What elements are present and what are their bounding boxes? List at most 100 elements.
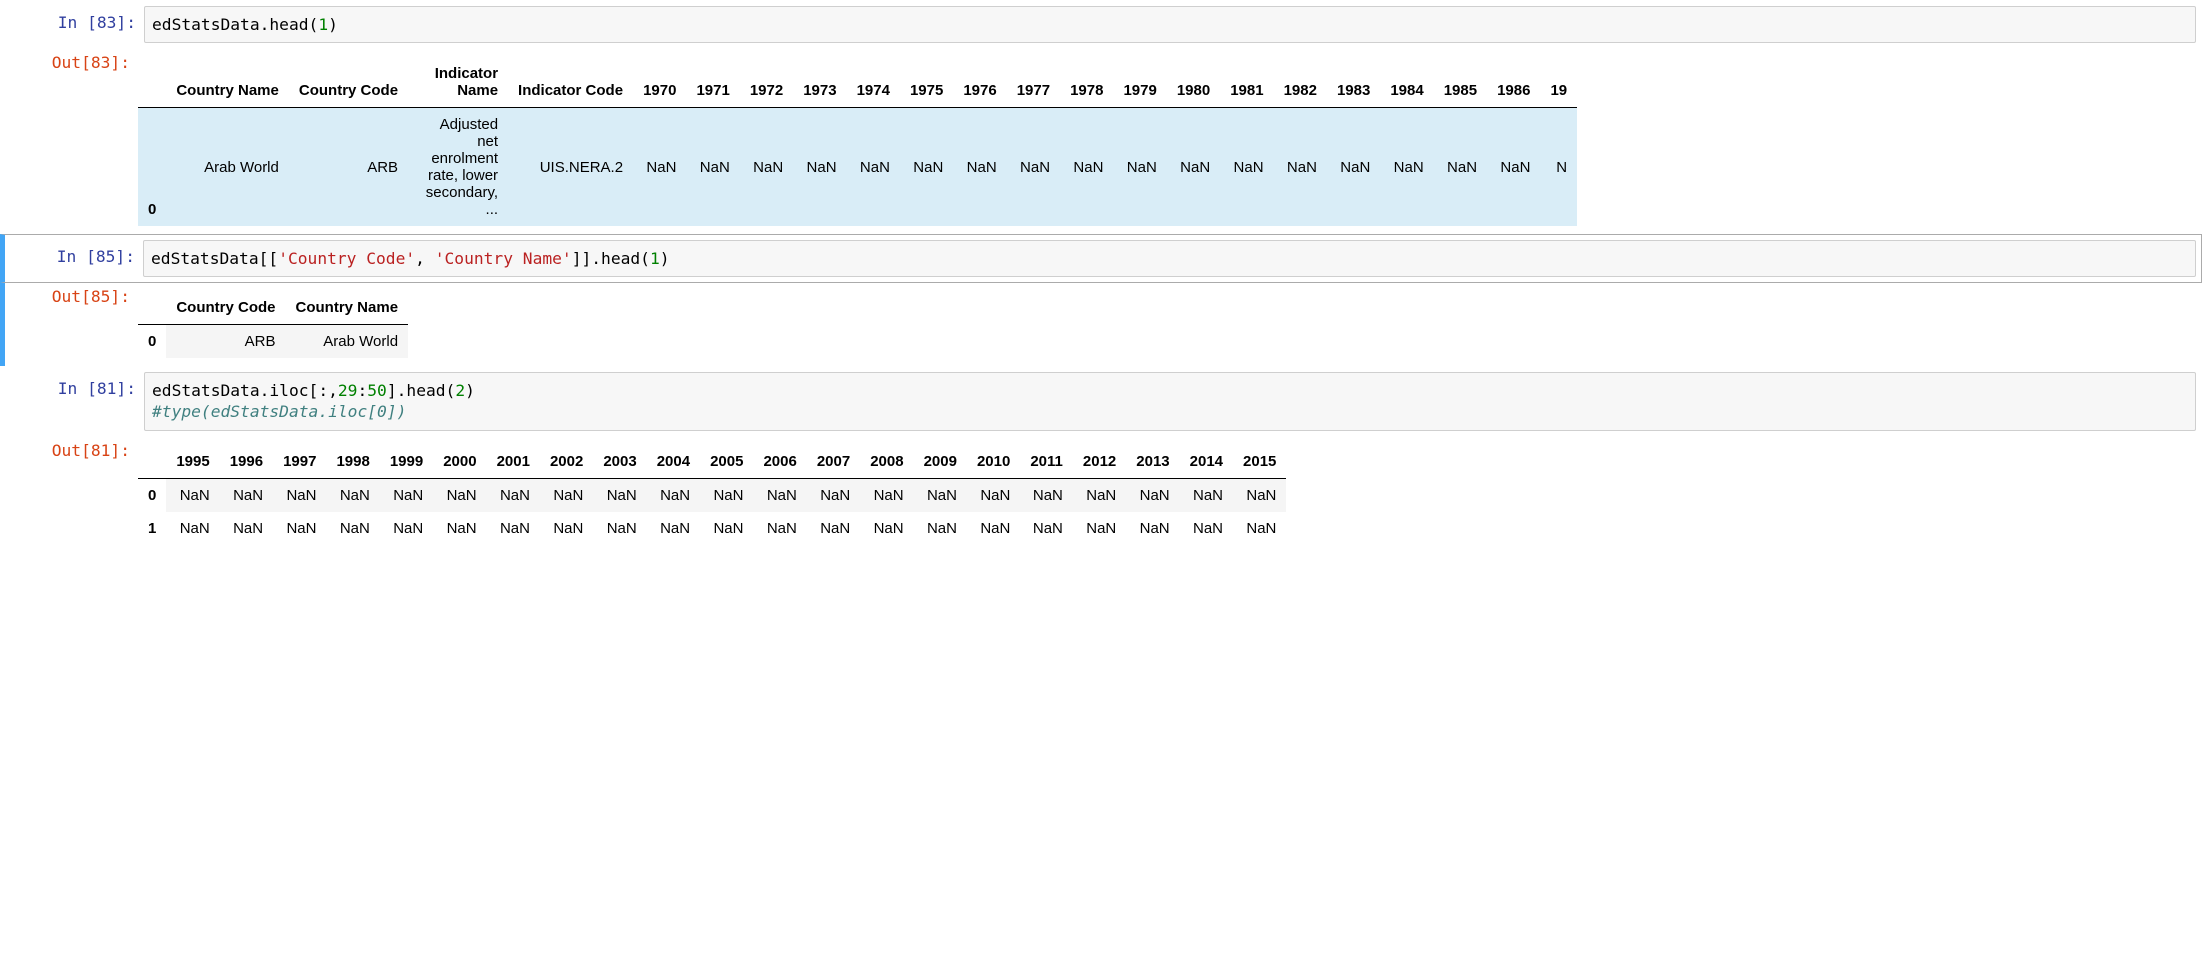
column-header: 1979 — [1113, 57, 1166, 108]
cell: Arab World — [286, 325, 409, 359]
cell: UIS.NERA.2 — [508, 108, 633, 227]
code-text: ) — [465, 381, 475, 400]
code-text: edStatsData[[ — [151, 249, 278, 268]
column-header: 2012 — [1073, 445, 1126, 479]
cell: NaN — [647, 512, 700, 545]
output-81: Out[81]: 1995199619971998199920002001200… — [0, 437, 2202, 553]
column-header — [138, 291, 166, 325]
cell: NaN — [807, 478, 860, 512]
dataframe-table-85[interactable]: Country CodeCountry Name0ARBArab World — [138, 291, 408, 358]
code-text: edStatsData.iloc[:, — [152, 381, 338, 400]
cell: NaN — [1020, 478, 1073, 512]
out-prompt-81: Out[81]: — [0, 437, 138, 553]
cell: NaN — [166, 512, 219, 545]
column-header: 1995 — [166, 445, 219, 479]
code-number: 50 — [367, 381, 387, 400]
code-number: 1 — [318, 15, 328, 34]
table-row: 1NaNNaNNaNNaNNaNNaNNaNNaNNaNNaNNaNNaNNaN… — [138, 512, 1286, 545]
row-index: 1 — [138, 512, 166, 545]
column-header: 2001 — [487, 445, 540, 479]
cell: NaN — [700, 478, 753, 512]
code-text: , — [415, 249, 435, 268]
cell: NaN — [220, 478, 273, 512]
column-header: 2014 — [1180, 445, 1233, 479]
column-header: 2000 — [433, 445, 486, 479]
code-comment: #type(edStatsData.iloc[0]) — [152, 402, 406, 421]
cell: NaN — [1434, 108, 1487, 227]
column-header: 1997 — [273, 445, 326, 479]
cell: NaN — [540, 512, 593, 545]
output-83: Out[83]: Country NameCountry CodeIndicat… — [0, 49, 2202, 234]
cell: NaN — [1060, 108, 1113, 227]
cell: NaN — [647, 478, 700, 512]
dataframe-table-83[interactable]: Country NameCountry CodeIndicator NameIn… — [138, 57, 1577, 226]
cell: NaN — [807, 512, 860, 545]
column-header: 1975 — [900, 57, 953, 108]
cell: NaN — [953, 108, 1006, 227]
cell: NaN — [166, 478, 219, 512]
column-header: 1972 — [740, 57, 793, 108]
column-header: Country Name — [166, 57, 289, 108]
cell: NaN — [433, 478, 486, 512]
cell: N — [1540, 108, 1577, 227]
cell: NaN — [1233, 478, 1286, 512]
cell: NaN — [633, 108, 686, 227]
dataframe-table-81[interactable]: 1995199619971998199920002001200220032004… — [138, 445, 1286, 545]
column-header: 2013 — [1126, 445, 1179, 479]
row-index: 0 — [138, 108, 166, 227]
column-header: 2011 — [1020, 445, 1073, 479]
cell: NaN — [860, 512, 913, 545]
cell: NaN — [273, 478, 326, 512]
cell: NaN — [1113, 108, 1166, 227]
cell: NaN — [914, 478, 967, 512]
cell: NaN — [700, 512, 753, 545]
cell: NaN — [1380, 108, 1433, 227]
cell: NaN — [593, 512, 646, 545]
column-header: 2005 — [700, 445, 753, 479]
column-header: 2003 — [593, 445, 646, 479]
cell: NaN — [686, 108, 739, 227]
column-header: 1978 — [1060, 57, 1113, 108]
code-number: 2 — [455, 381, 465, 400]
cell: NaN — [914, 512, 967, 545]
cell: NaN — [593, 478, 646, 512]
column-header: 2015 — [1233, 445, 1286, 479]
in-prompt-83: In [83]: — [6, 6, 144, 43]
cell: NaN — [1180, 478, 1233, 512]
cell: NaN — [1126, 478, 1179, 512]
cell: NaN — [860, 478, 913, 512]
code-number: 29 — [338, 381, 358, 400]
cell: NaN — [1073, 512, 1126, 545]
cell: NaN — [326, 478, 379, 512]
cell: NaN — [1220, 108, 1273, 227]
column-header: 1982 — [1274, 57, 1327, 108]
in-prompt-85: In [85]: — [5, 240, 143, 277]
column-header: 2002 — [540, 445, 593, 479]
cell: Adjusted net enrolment rate, lower secon… — [408, 108, 508, 227]
column-header: 2009 — [914, 445, 967, 479]
cell: NaN — [967, 478, 1020, 512]
column-header: Indicator Code — [508, 57, 633, 108]
cell: NaN — [1233, 512, 1286, 545]
column-header: 2004 — [647, 445, 700, 479]
code-input-85[interactable]: edStatsData[['Country Code', 'Country Na… — [143, 240, 2196, 277]
row-index: 0 — [138, 478, 166, 512]
column-header: Country Code — [289, 57, 408, 108]
cell: NaN — [380, 478, 433, 512]
output-85: Out[85]: Country CodeCountry Name0ARBAra… — [0, 283, 2202, 366]
column-header: 2008 — [860, 445, 913, 479]
code-number: 1 — [650, 249, 660, 268]
cell: NaN — [753, 478, 806, 512]
column-header: 1998 — [326, 445, 379, 479]
cell: NaN — [540, 478, 593, 512]
cell: NaN — [1274, 108, 1327, 227]
cell-81: In [81]: edStatsData.iloc[:,29:50].head(… — [0, 366, 2202, 436]
cell: Arab World — [166, 108, 289, 227]
cell: NaN — [793, 108, 846, 227]
notebook-container: In [83]: edStatsData.head(1) Out[83]: Co… — [0, 0, 2202, 553]
code-input-81[interactable]: edStatsData.iloc[:,29:50].head(2) #type(… — [144, 372, 2196, 430]
cell-85[interactable]: In [85]: edStatsData[['Country Code', 'C… — [0, 234, 2202, 283]
code-input-83[interactable]: edStatsData.head(1) — [144, 6, 2196, 43]
cell: NaN — [487, 478, 540, 512]
column-header: 1983 — [1327, 57, 1380, 108]
